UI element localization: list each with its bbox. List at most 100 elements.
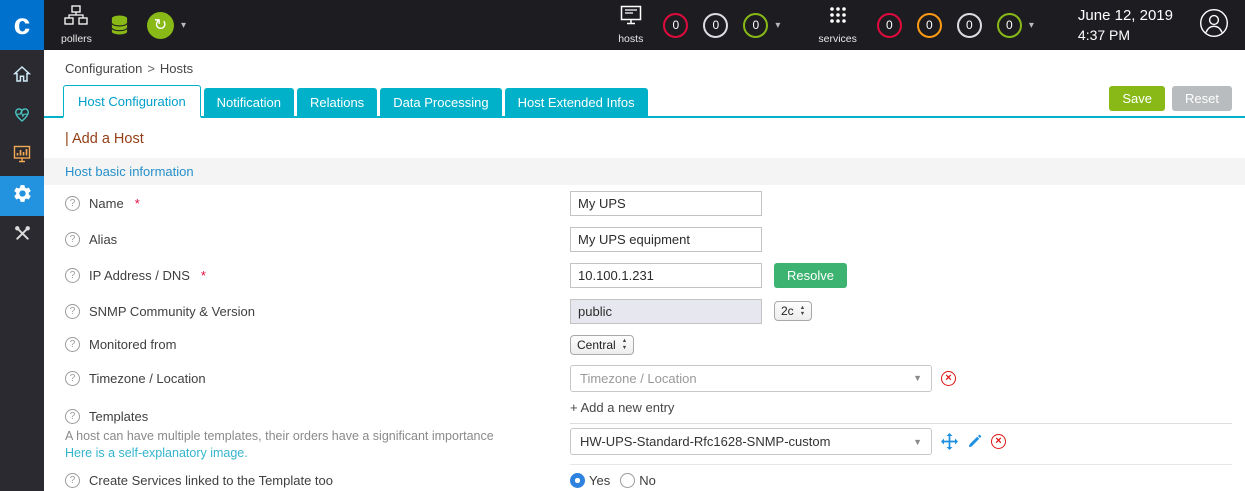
tab-relations[interactable]: Relations	[297, 88, 377, 116]
snmp-label: SNMP Community & Version	[89, 304, 255, 319]
add-template-entry-link[interactable]: + Add a new entry	[570, 400, 674, 415]
template-edit-pencil-icon[interactable]	[967, 434, 982, 449]
templates-label: Templates	[89, 409, 148, 424]
timezone-placeholder: Timezone / Location	[580, 371, 913, 386]
create-services-label: Create Services linked to the Template t…	[89, 473, 333, 488]
alias-label-group: ? Alias	[65, 232, 570, 247]
tab-data-processing[interactable]: Data Processing	[380, 88, 501, 116]
templates-help: A host can have multiple templates, thei…	[65, 429, 570, 460]
name-input[interactable]	[570, 191, 762, 216]
current-time: 4:37 PM	[1078, 26, 1173, 44]
topbar: c pollers ↻ ▾ hosts 0 0 0 ▾	[0, 0, 1245, 50]
service-counter-critical[interactable]: 0	[877, 13, 902, 38]
timezone-select[interactable]: Timezone / Location ▼	[570, 365, 932, 392]
gear-icon	[12, 183, 33, 209]
hosts-menu[interactable]: hosts	[618, 5, 643, 45]
alias-input[interactable]	[570, 227, 762, 252]
user-icon	[1199, 8, 1229, 43]
form-row-templates: ? Templates + Add a new entry	[44, 396, 1245, 424]
form-row-create-services: ? Create Services linked to the Template…	[44, 465, 1245, 491]
centreon-logo[interactable]: c	[0, 0, 44, 50]
form-row-snmp: ? SNMP Community & Version 2c ▲▼	[44, 293, 1245, 329]
host-counter-up[interactable]: 0	[743, 13, 768, 38]
breadcrumb-hosts[interactable]: Hosts	[160, 61, 193, 76]
hosts-chevron-down-icon[interactable]: ▾	[775, 20, 780, 31]
sidebar-item-home[interactable]	[0, 56, 44, 96]
services-menu[interactable]: services	[818, 5, 857, 45]
services-icon	[828, 5, 848, 30]
timezone-clear-icon[interactable]: ×	[941, 371, 956, 386]
breadcrumb-configuration[interactable]: Configuration	[65, 61, 142, 76]
hosts-label: hosts	[618, 33, 643, 45]
help-icon[interactable]: ?	[65, 196, 80, 211]
resolve-button[interactable]: Resolve	[774, 263, 847, 288]
pollers-chevron-down-icon[interactable]: ▾	[181, 20, 186, 31]
pollers-menu[interactable]: pollers	[61, 5, 92, 45]
help-icon[interactable]: ?	[65, 232, 80, 247]
hosts-icon	[620, 5, 642, 30]
help-icon[interactable]: ?	[65, 337, 80, 352]
tab-host-extended-infos[interactable]: Host Extended Infos	[505, 88, 648, 116]
snmp-version-select[interactable]: 2c ▲▼	[774, 301, 812, 321]
host-status-counters: 0 0 0	[663, 13, 768, 38]
form-row-ip: ? IP Address / DNS * Resolve	[44, 257, 1245, 293]
required-asterisk: *	[135, 196, 140, 211]
radio-no-label[interactable]: No	[639, 473, 656, 488]
form-actions: Save Reset	[1109, 86, 1232, 111]
snmp-community-input[interactable]	[570, 299, 762, 324]
form-row-timezone: ? Timezone / Location Timezone / Locatio…	[44, 360, 1245, 396]
template-move-icon[interactable]	[941, 433, 958, 450]
services-chevron-down-icon[interactable]: ▾	[1029, 20, 1034, 31]
help-icon[interactable]: ?	[65, 473, 80, 488]
form-row-monitored-from: ? Monitored from Central ▲▼	[44, 329, 1245, 360]
ip-label: IP Address / DNS	[89, 268, 190, 283]
name-label: Name	[89, 196, 124, 211]
create-services-label-group: ? Create Services linked to the Template…	[65, 473, 570, 488]
monitored-label-group: ? Monitored from	[65, 337, 570, 352]
breadcrumb: Configuration>Hosts	[44, 50, 1245, 85]
templates-help-link[interactable]: Here is a self-explanatory image.	[65, 446, 248, 460]
snmp-version-value: 2c	[781, 304, 794, 318]
user-profile-button[interactable]	[1199, 8, 1229, 43]
service-counter-warning[interactable]: 0	[917, 13, 942, 38]
topbar-status-area: hosts 0 0 0 ▾ services 0 0 0 0 ▾	[618, 5, 1245, 45]
service-status-counters: 0 0 0 0	[877, 13, 1022, 38]
select-arrows-icon: ▲▼	[800, 305, 805, 317]
monitored-from-label: Monitored from	[89, 337, 176, 352]
reset-button[interactable]: Reset	[1172, 86, 1232, 111]
service-counter-ok[interactable]: 0	[997, 13, 1022, 38]
snmp-label-group: ? SNMP Community & Version	[65, 304, 570, 319]
host-counter-down[interactable]: 0	[663, 13, 688, 38]
tab-host-configuration[interactable]: Host Configuration	[63, 85, 201, 118]
create-services-no-option: No	[620, 473, 656, 488]
sidebar-item-configuration[interactable]	[0, 176, 44, 216]
select-arrows-icon: ▲▼	[622, 338, 627, 350]
tab-bar: Host Configuration Notification Relation…	[44, 85, 1245, 118]
tab-notification[interactable]: Notification	[204, 88, 294, 116]
clock: June 12, 2019 4:37 PM	[1078, 6, 1173, 44]
current-date: June 12, 2019	[1078, 6, 1173, 26]
monitored-from-select[interactable]: Central ▲▼	[570, 335, 634, 355]
sidebar-item-administration[interactable]	[0, 216, 44, 256]
poller-restart-icon[interactable]: ↻	[147, 12, 174, 39]
radio-yes[interactable]	[570, 473, 585, 488]
form-row-alias: ? Alias	[44, 221, 1245, 257]
sidebar-item-monitoring[interactable]	[0, 96, 44, 136]
page-title: | Add a Host	[44, 118, 1245, 158]
sidebar-item-reporting[interactable]	[0, 136, 44, 176]
radio-yes-label[interactable]: Yes	[589, 473, 610, 488]
template-delete-icon[interactable]: ×	[991, 434, 1006, 449]
help-icon[interactable]: ?	[65, 304, 80, 319]
help-icon[interactable]: ?	[65, 268, 80, 283]
save-button[interactable]: Save	[1109, 86, 1165, 111]
timezone-label: Timezone / Location	[89, 371, 206, 386]
help-icon[interactable]: ?	[65, 371, 80, 386]
radio-no[interactable]	[620, 473, 635, 488]
help-icon[interactable]: ?	[65, 409, 80, 424]
template-select[interactable]: HW-UPS-Standard-Rfc1628-SNMP-custom ▼	[570, 428, 932, 455]
required-asterisk: *	[201, 268, 206, 283]
ip-input[interactable]	[570, 263, 762, 288]
host-counter-unreachable[interactable]: 0	[703, 13, 728, 38]
service-counter-unknown[interactable]: 0	[957, 13, 982, 38]
database-status-icon[interactable]	[110, 14, 129, 36]
